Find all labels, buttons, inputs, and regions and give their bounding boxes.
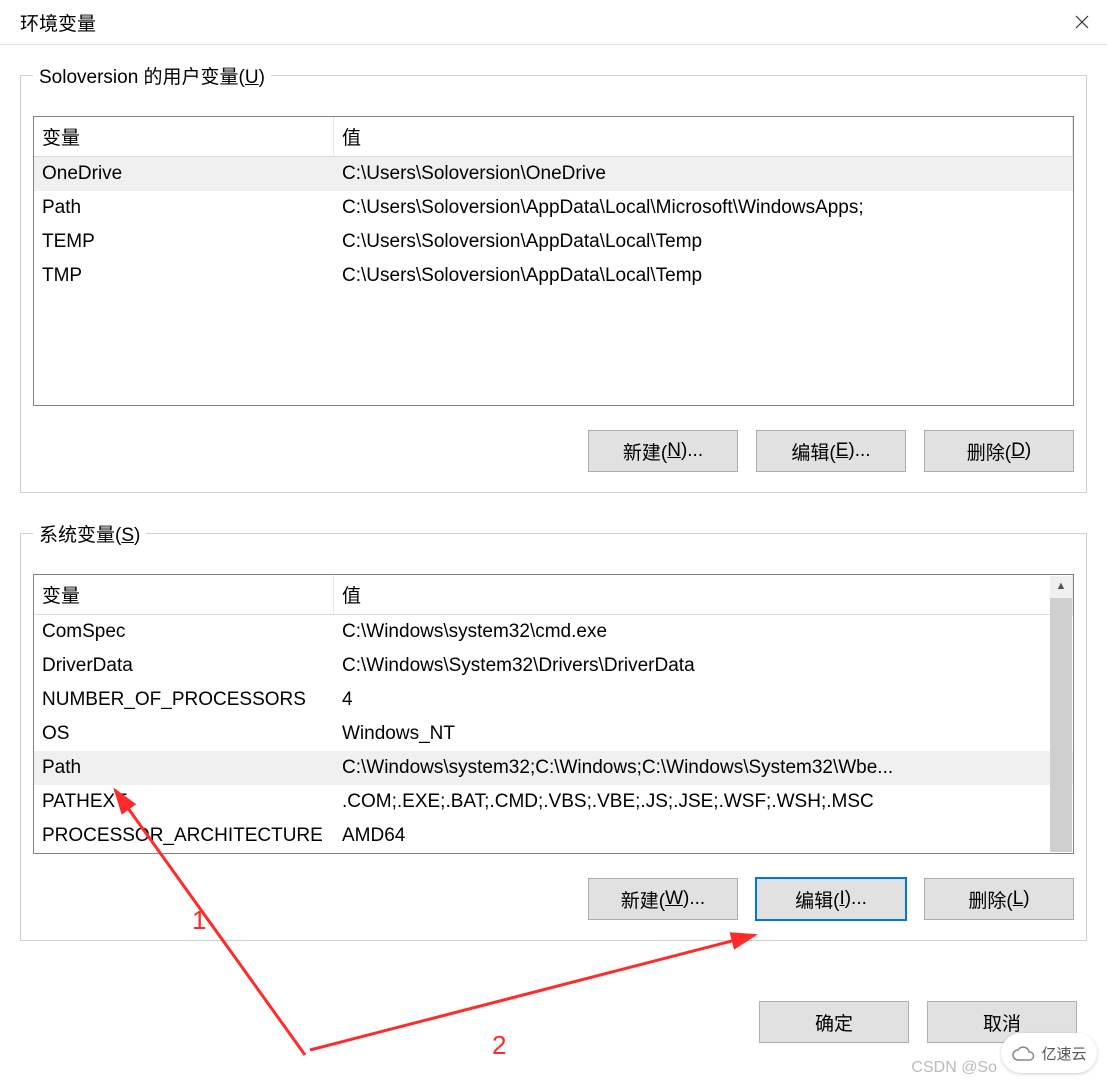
table-row[interactable]: OSWindows_NT: [34, 717, 1073, 751]
titlebar: 环境变量: [0, 0, 1107, 45]
system-group-label: 系统变量(S): [33, 520, 146, 547]
user-variables-list[interactable]: 变量 值 OneDriveC:\Users\Soloversion\OneDri…: [33, 116, 1074, 406]
table-row[interactable]: PATHEXT.COM;.EXE;.BAT;.CMD;.VBS;.VBE;.JS…: [34, 785, 1073, 819]
scroll-up-icon[interactable]: ▲: [1056, 576, 1067, 596]
cell-value: C:\Windows\system32;C:\Windows;C:\Window…: [334, 754, 1073, 782]
user-variables-group: Soloversion 的用户变量(U) 变量 值 OneDriveC:\Use…: [20, 75, 1087, 493]
cell-variable: PATHEXT: [34, 788, 334, 816]
system-variables-list[interactable]: 变量 值 ComSpecC:\Windows\system32\cmd.exeD…: [33, 574, 1074, 854]
cell-value: C:\Users\Soloversion\AppData\Local\Micro…: [334, 194, 1073, 222]
user-group-label: Soloversion 的用户变量(U): [33, 62, 271, 89]
table-row[interactable]: PROCESSOR_ARCHITECTUREAMD64: [34, 819, 1073, 853]
table-row[interactable]: OneDriveC:\Users\Soloversion\OneDrive: [34, 157, 1073, 191]
cell-value: 4: [334, 686, 1073, 714]
logo-badge: 亿速云: [1001, 1033, 1097, 1073]
table-row[interactable]: TEMPC:\Users\Soloversion\AppData\Local\T…: [34, 225, 1073, 259]
table-row[interactable]: TMPC:\Users\Soloversion\AppData\Local\Te…: [34, 259, 1073, 293]
user-delete-button[interactable]: 删除(D): [924, 430, 1074, 472]
user-new-button[interactable]: 新建(N)...: [588, 430, 738, 472]
ok-button[interactable]: 确定: [759, 1001, 909, 1043]
system-button-row: 新建(W)... 编辑(I)... 删除(L): [33, 878, 1074, 920]
system-edit-button[interactable]: 编辑(I)...: [756, 878, 906, 920]
cloud-icon: [1011, 1044, 1035, 1062]
cell-value: AMD64: [334, 822, 1073, 850]
system-variables-group: 系统变量(S) 变量 值 ComSpecC:\Windows\system32\…: [20, 533, 1087, 941]
dialog-content: Soloversion 的用户变量(U) 变量 值 OneDriveC:\Use…: [0, 45, 1107, 991]
cell-value: Windows_NT: [334, 720, 1073, 748]
cell-value: C:\Users\Soloversion\AppData\Local\Temp: [334, 262, 1073, 290]
user-list-body[interactable]: OneDriveC:\Users\Soloversion\OneDrivePat…: [34, 157, 1073, 406]
system-list-body[interactable]: ComSpecC:\Windows\system32\cmd.exeDriver…: [34, 615, 1073, 854]
cell-variable: OneDrive: [34, 160, 334, 188]
system-delete-button[interactable]: 删除(L): [924, 878, 1074, 920]
system-header-value[interactable]: 值: [334, 575, 1073, 614]
cell-variable: PROCESSOR_ARCHITECTURE: [34, 822, 334, 850]
cell-variable: Path: [34, 194, 334, 222]
user-list-header[interactable]: 变量 值: [34, 117, 1073, 157]
close-icon: [1075, 15, 1089, 29]
system-new-button[interactable]: 新建(W)...: [588, 878, 738, 920]
scroll-thumb[interactable]: [1050, 598, 1072, 852]
system-header-variable[interactable]: 变量: [34, 575, 334, 614]
cell-variable: ComSpec: [34, 618, 334, 646]
cell-value: C:\Users\Soloversion\AppData\Local\Temp: [334, 228, 1073, 256]
cell-variable: OS: [34, 720, 334, 748]
cell-variable: Path: [34, 754, 334, 782]
system-scrollbar[interactable]: ▲: [1050, 576, 1072, 852]
table-row[interactable]: DriverDataC:\Windows\System32\Drivers\Dr…: [34, 649, 1073, 683]
cell-variable: TEMP: [34, 228, 334, 256]
user-header-variable[interactable]: 变量: [34, 117, 334, 156]
user-edit-button[interactable]: 编辑(E)...: [756, 430, 906, 472]
cell-value: C:\Windows\System32\Drivers\DriverData: [334, 652, 1073, 680]
window-title: 环境变量: [20, 9, 96, 36]
table-row[interactable]: NUMBER_OF_PROCESSORS4: [34, 683, 1073, 717]
table-row[interactable]: PROCESSOR_IDENTIFIERIntel64 Family 6 Mod…: [34, 853, 1073, 854]
dialog-button-row: 确定 取消: [0, 991, 1107, 1063]
cell-value: C:\Users\Soloversion\OneDrive: [334, 160, 1073, 188]
logo-text: 亿速云: [1041, 1043, 1086, 1064]
cell-value: .COM;.EXE;.BAT;.CMD;.VBS;.VBE;.JS;.JSE;.…: [334, 788, 1073, 816]
table-row[interactable]: ComSpecC:\Windows\system32\cmd.exe: [34, 615, 1073, 649]
user-header-value[interactable]: 值: [334, 117, 1073, 156]
cell-value: C:\Windows\system32\cmd.exe: [334, 618, 1073, 646]
user-button-row: 新建(N)... 编辑(E)... 删除(D): [33, 430, 1074, 472]
cell-variable: TMP: [34, 262, 334, 290]
watermark-text: CSDN @So: [911, 1059, 997, 1077]
table-row[interactable]: PathC:\Users\Soloversion\AppData\Local\M…: [34, 191, 1073, 225]
system-list-header[interactable]: 变量 值: [34, 575, 1073, 615]
table-row[interactable]: PathC:\Windows\system32;C:\Windows;C:\Wi…: [34, 751, 1073, 785]
cell-variable: NUMBER_OF_PROCESSORS: [34, 686, 334, 714]
close-button[interactable]: [1057, 6, 1107, 38]
cell-variable: DriverData: [34, 652, 334, 680]
